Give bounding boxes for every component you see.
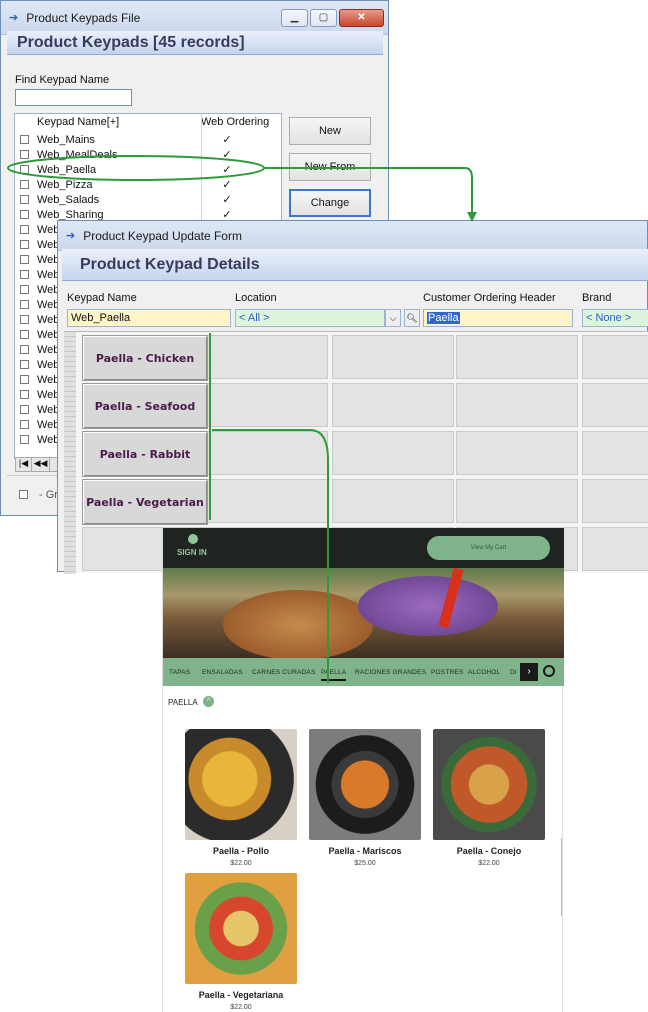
arrow-head-update-form: [467, 212, 477, 222]
annotation-overlay: [7, 155, 477, 683]
arrow-to-web-paella: [212, 429, 329, 683]
arrow-to-update-form: [264, 167, 473, 216]
web-paella-highlight: [7, 155, 265, 181]
